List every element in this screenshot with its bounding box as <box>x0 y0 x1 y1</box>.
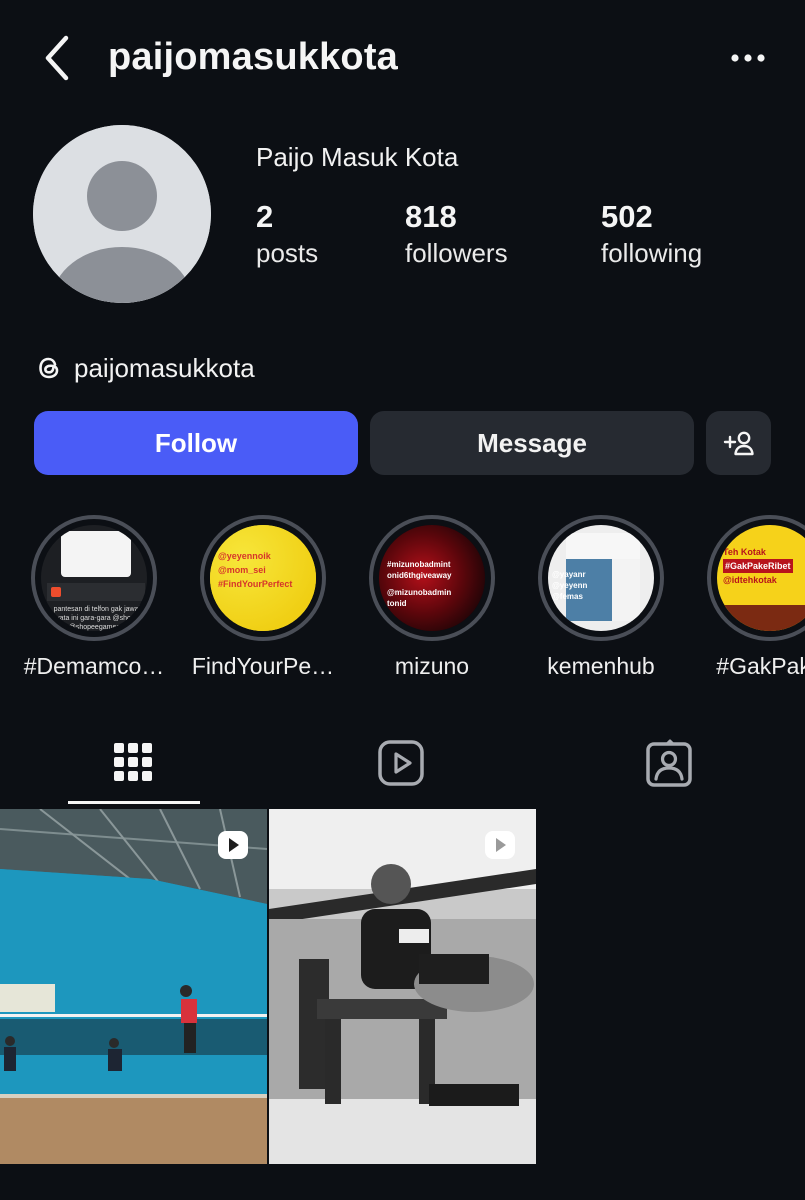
chevron-left-icon <box>45 35 69 81</box>
default-avatar-icon <box>33 125 211 303</box>
more-options-button[interactable] <box>722 40 774 76</box>
following-count: 502 <box>601 199 653 234</box>
followers-stat[interactable]: 818 followers <box>405 198 508 270</box>
highlight-label: mizuno <box>394 653 470 679</box>
highlight-ring: @yayanr @yeyenn @femas <box>538 515 664 641</box>
highlight-cover: #mizunobadmint onid6thgiveaway @mizunoba… <box>379 525 485 631</box>
follow-button[interactable]: Follow <box>34 411 358 475</box>
highlight-cover-text: ternyata ini gara-gara @shopee_id <box>44 615 147 622</box>
highlight-cover-text: @mom_sei <box>218 565 266 575</box>
reel-badge-icon <box>218 831 248 859</box>
highlight-cover-text: @yeyennoik <box>218 551 271 561</box>
posts-count: 2 <box>256 199 274 234</box>
highlight-cover: pantesan di telfon gak jawab ternyata in… <box>41 525 147 631</box>
message-button[interactable]: Message <box>370 411 694 475</box>
highlight-cover-text: #mizunobadmint <box>387 560 451 569</box>
grid-icon <box>114 743 152 781</box>
highlight-label: #Demamco… <box>23 653 165 679</box>
highlight-cover-text: Teh Kotak <box>723 547 766 557</box>
highlight-cover-text: @shopeegames.id <box>68 624 128 631</box>
reel-badge-icon <box>485 831 515 859</box>
highlight-cover-text: onid6thgiveaway <box>387 571 452 580</box>
highlight-label: #GakPake <box>716 653 805 679</box>
threads-icon <box>34 353 64 383</box>
more-horizontal-icon <box>731 54 765 62</box>
back-button[interactable] <box>36 32 80 84</box>
highlight-ring: pantesan di telfon gak jawab ternyata in… <box>31 515 157 641</box>
posts-stat[interactable]: 2 posts <box>256 198 318 270</box>
highlight-cover-text: @yayanr <box>552 570 586 579</box>
highlight-cover: Teh Kotak #GakPakeRibet @idtehkotak <box>717 525 805 631</box>
post-image-badminton <box>0 809 267 1164</box>
post-image-person <box>269 809 536 1164</box>
highlight-cover: @yayanr @yeyenn @femas <box>548 525 654 631</box>
display-name: Paijo Masuk Kota <box>256 142 459 172</box>
highlight-label: kemenhub <box>547 653 655 679</box>
highlight-cover-text: @mizunobadmin <box>387 588 452 597</box>
threads-link[interactable]: paijomasukkota <box>34 350 255 386</box>
highlight-cover-text: @idtehkotak <box>723 575 777 585</box>
highlight-cover-text: #GakPakeRibet <box>723 559 793 573</box>
highlight-cover-text: @femas <box>552 592 583 601</box>
post-thumbnail[interactable] <box>0 809 267 1164</box>
highlight-cover-text: #FindYourPerfect <box>218 579 293 589</box>
following-label: following <box>601 238 703 268</box>
tab-posts-grid[interactable] <box>68 735 200 807</box>
highlight-cover-text: pantesan di telfon gak jawab <box>53 606 143 613</box>
followers-count: 818 <box>405 199 457 234</box>
highlight-cover-text: @yeyenn <box>552 581 588 590</box>
posts-label: posts <box>256 238 319 268</box>
active-tab-indicator <box>68 801 200 804</box>
profile-page: paijomasukkota Paijo Masuk Kota 2 posts … <box>0 0 805 1200</box>
following-stat[interactable]: 502 following <box>601 198 702 270</box>
profile-header: paijomasukkota <box>0 0 805 118</box>
tagged-person-icon <box>646 739 692 787</box>
highlight-cover: @yeyennoik @mom_sei #FindYourPerfect <box>210 525 316 631</box>
tab-reels[interactable] <box>336 735 468 807</box>
highlight-cover-text: tonid <box>387 599 407 608</box>
add-person-icon <box>723 431 754 456</box>
profile-tabs <box>0 735 805 807</box>
page-title: paijomasukkota <box>108 36 399 78</box>
highlight-label: FindYourPe… <box>191 653 335 679</box>
suggested-accounts-button[interactable] <box>706 411 771 475</box>
followers-label: followers <box>405 238 508 268</box>
avatar[interactable] <box>33 125 211 303</box>
reels-icon <box>378 740 424 786</box>
tab-tagged[interactable] <box>604 735 736 807</box>
highlight-ring: #mizunobadmint onid6thgiveaway @mizunoba… <box>369 515 495 641</box>
highlight-ring: Teh Kotak #GakPakeRibet @idtehkotak <box>707 515 805 641</box>
threads-handle: paijomasukkota <box>74 352 255 383</box>
post-thumbnail[interactable] <box>269 809 536 1164</box>
highlight-ring: @yeyennoik @mom_sei #FindYourPerfect <box>200 515 326 641</box>
